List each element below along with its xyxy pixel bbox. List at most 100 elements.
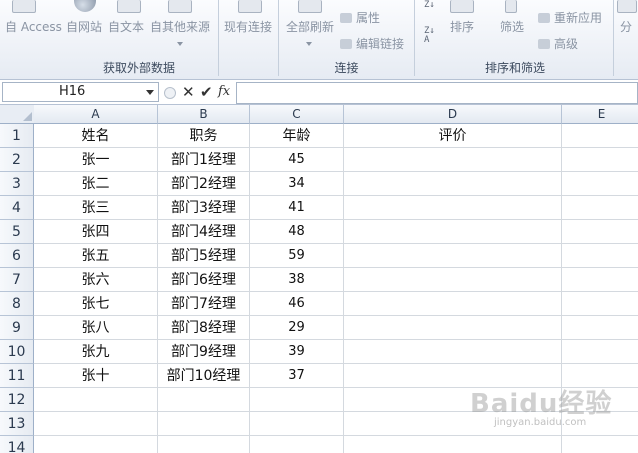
- cell-d11[interactable]: [344, 364, 562, 388]
- cell-d10[interactable]: [344, 340, 562, 364]
- cell-d5[interactable]: [344, 220, 562, 244]
- cell-e4[interactable]: [562, 196, 638, 220]
- sort-descending-icon[interactable]: Z↓ A: [424, 27, 435, 45]
- from-text-button[interactable]: 自文本: [108, 18, 144, 35]
- cell-d3[interactable]: [344, 172, 562, 196]
- cell-b9[interactable]: 部门8经理: [158, 316, 250, 340]
- cell-a11[interactable]: 张十: [34, 364, 158, 388]
- advanced-filter-button[interactable]: 高级: [538, 35, 578, 52]
- cell-b11[interactable]: 部门10经理: [158, 364, 250, 388]
- cell-c9[interactable]: 29: [250, 316, 344, 340]
- row-header[interactable]: 8: [0, 292, 34, 316]
- cell-a7[interactable]: 张六: [34, 268, 158, 292]
- cell-e8[interactable]: [562, 292, 638, 316]
- cell-a14[interactable]: [34, 436, 158, 453]
- column-header-a[interactable]: A: [34, 105, 158, 124]
- properties-button[interactable]: 属性: [340, 9, 380, 26]
- cell-d12[interactable]: [344, 388, 562, 412]
- cell-c14[interactable]: [250, 436, 344, 453]
- cell-e2[interactable]: [562, 148, 638, 172]
- row-header[interactable]: 5: [0, 220, 34, 244]
- cancel-icon[interactable]: ✕: [182, 83, 195, 101]
- cell-a12[interactable]: [34, 388, 158, 412]
- cell-d9[interactable]: [344, 316, 562, 340]
- cell-c3[interactable]: 34: [250, 172, 344, 196]
- cell-a6[interactable]: 张五: [34, 244, 158, 268]
- row-header[interactable]: 4: [0, 196, 34, 220]
- row-header[interactable]: 2: [0, 148, 34, 172]
- from-other-sources-button[interactable]: 自其他来源: [150, 18, 210, 35]
- cell-b2[interactable]: 部门1经理: [158, 148, 250, 172]
- cell-e1[interactable]: [562, 124, 638, 148]
- row-header[interactable]: 11: [0, 364, 34, 388]
- cell-d14[interactable]: [344, 436, 562, 453]
- cell-e6[interactable]: [562, 244, 638, 268]
- cell-a2[interactable]: 张一: [34, 148, 158, 172]
- formula-input[interactable]: [236, 82, 638, 104]
- cell-b8[interactable]: 部门7经理: [158, 292, 250, 316]
- cell-e5[interactable]: [562, 220, 638, 244]
- from-web-button[interactable]: 自网站: [66, 18, 102, 35]
- cell-c13[interactable]: [250, 412, 344, 436]
- cell-c7[interactable]: 38: [250, 268, 344, 292]
- column-header-c[interactable]: C: [250, 105, 344, 124]
- cell-e11[interactable]: [562, 364, 638, 388]
- refresh-all-button[interactable]: 全部刷新: [286, 18, 334, 35]
- name-box[interactable]: H16: [2, 82, 159, 102]
- cell-b4[interactable]: 部门3经理: [158, 196, 250, 220]
- cell-e7[interactable]: [562, 268, 638, 292]
- cell-a5[interactable]: 张四: [34, 220, 158, 244]
- from-access-button[interactable]: 自 Access: [5, 18, 62, 35]
- cell-c1[interactable]: 年龄: [250, 124, 344, 148]
- enter-icon[interactable]: ✔: [200, 83, 213, 101]
- cell-e12[interactable]: [562, 388, 638, 412]
- row-header[interactable]: 10: [0, 340, 34, 364]
- cell-b13[interactable]: [158, 412, 250, 436]
- cell-e10[interactable]: [562, 340, 638, 364]
- cell-b10[interactable]: 部门9经理: [158, 340, 250, 364]
- cell-c12[interactable]: [250, 388, 344, 412]
- filter-button[interactable]: 筛选: [500, 18, 524, 35]
- row-header[interactable]: 13: [0, 412, 34, 436]
- cell-e14[interactable]: [562, 436, 638, 453]
- cell-c4[interactable]: 41: [250, 196, 344, 220]
- cell-a10[interactable]: 张九: [34, 340, 158, 364]
- cell-c10[interactable]: 39: [250, 340, 344, 364]
- insert-function-icon[interactable]: fx: [218, 83, 230, 101]
- cell-a1[interactable]: 姓名: [34, 124, 158, 148]
- cell-b12[interactable]: [158, 388, 250, 412]
- cell-a4[interactable]: 张三: [34, 196, 158, 220]
- cell-c2[interactable]: 45: [250, 148, 344, 172]
- cell-c8[interactable]: 46: [250, 292, 344, 316]
- cell-a9[interactable]: 张八: [34, 316, 158, 340]
- text-to-columns-button[interactable]: 分: [620, 18, 632, 35]
- chevron-down-icon[interactable]: [146, 90, 154, 95]
- cell-b1[interactable]: 职务: [158, 124, 250, 148]
- existing-connections-button[interactable]: 现有连接: [224, 18, 272, 35]
- row-header[interactable]: 14: [0, 436, 34, 453]
- row-header[interactable]: 1: [0, 124, 34, 148]
- cell-d4[interactable]: [344, 196, 562, 220]
- row-header[interactable]: 6: [0, 244, 34, 268]
- cell-c5[interactable]: 48: [250, 220, 344, 244]
- row-header[interactable]: 7: [0, 268, 34, 292]
- row-header[interactable]: 9: [0, 316, 34, 340]
- cell-e3[interactable]: [562, 172, 638, 196]
- cell-d8[interactable]: [344, 292, 562, 316]
- cell-d7[interactable]: [344, 268, 562, 292]
- cell-a8[interactable]: 张七: [34, 292, 158, 316]
- cell-b3[interactable]: 部门2经理: [158, 172, 250, 196]
- cell-b6[interactable]: 部门5经理: [158, 244, 250, 268]
- cell-b5[interactable]: 部门4经理: [158, 220, 250, 244]
- select-all-button[interactable]: [0, 105, 35, 124]
- cell-d13[interactable]: [344, 412, 562, 436]
- cell-a13[interactable]: [34, 412, 158, 436]
- cell-b7[interactable]: 部门6经理: [158, 268, 250, 292]
- cell-d1[interactable]: 评价: [344, 124, 562, 148]
- sort-button[interactable]: 排序: [450, 18, 474, 35]
- cell-c11[interactable]: 37: [250, 364, 344, 388]
- column-header-b[interactable]: B: [158, 105, 250, 124]
- row-header[interactable]: 12: [0, 388, 34, 412]
- cell-d2[interactable]: [344, 148, 562, 172]
- cell-e9[interactable]: [562, 316, 638, 340]
